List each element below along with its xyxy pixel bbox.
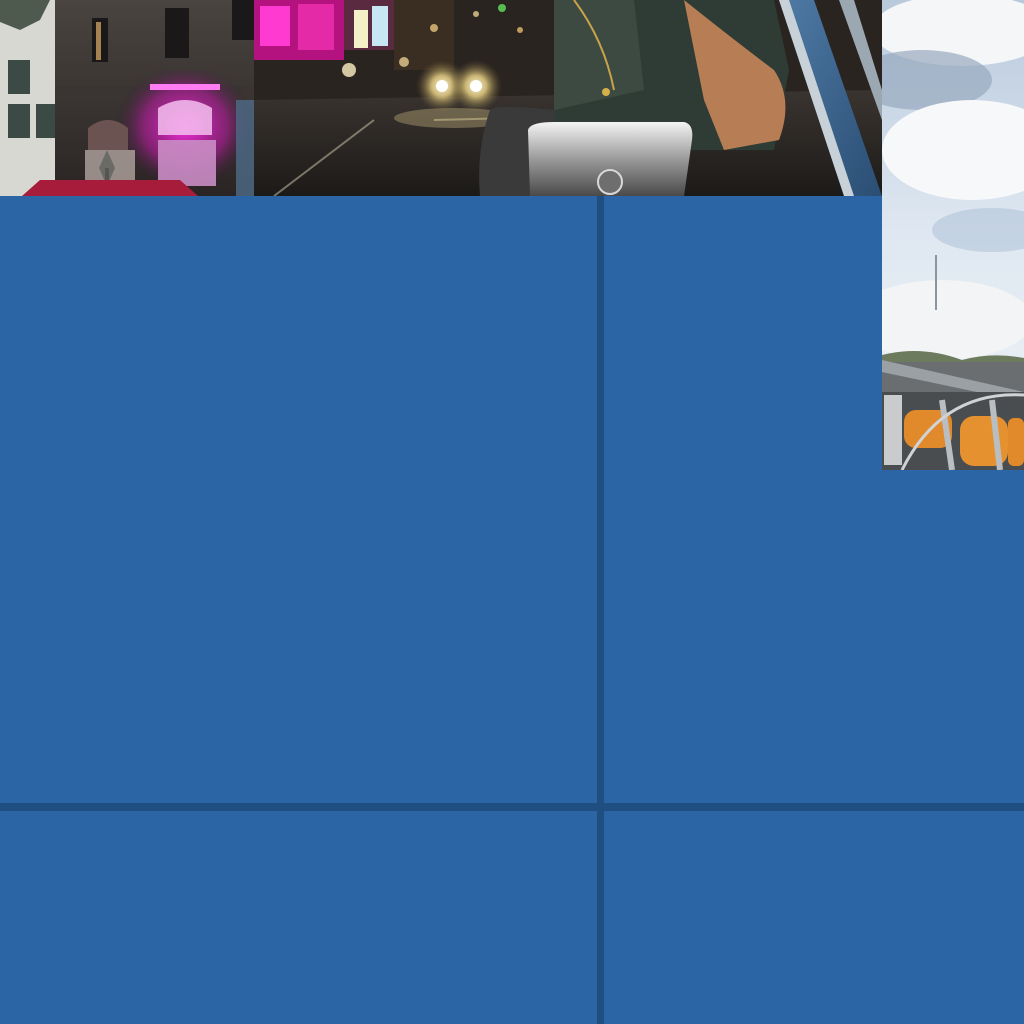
grid-divider-vertical (597, 196, 604, 1024)
empty-tile-top-right[interactable] (604, 196, 882, 803)
grid-divider-horizontal (0, 803, 1024, 811)
empty-tile-bottom-right[interactable] (604, 811, 1024, 1024)
image-tile-street[interactable] (254, 0, 882, 196)
empty-tile-bottom-left[interactable] (0, 811, 597, 1024)
image-tile-sky[interactable] (882, 0, 1024, 470)
empty-tile-right-strip[interactable] (882, 470, 1024, 803)
empty-tile-top-left[interactable] (0, 196, 597, 803)
image-tile-building[interactable] (0, 0, 254, 196)
sky-image (882, 0, 1024, 470)
building-image (0, 0, 254, 196)
image-grid (0, 0, 1024, 1024)
street-image (254, 0, 882, 196)
